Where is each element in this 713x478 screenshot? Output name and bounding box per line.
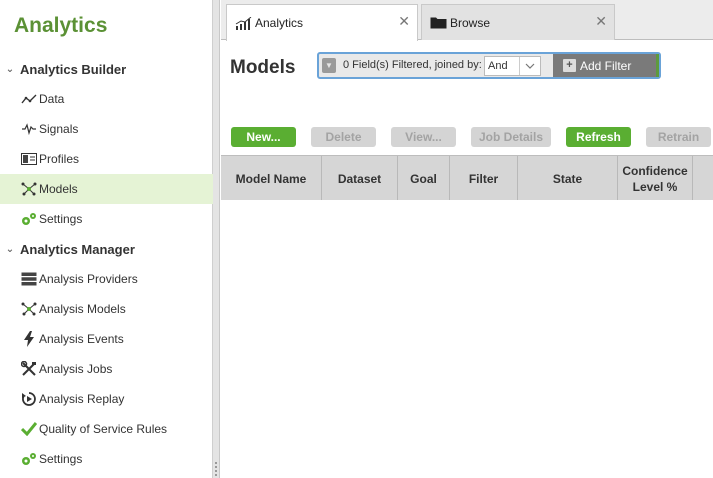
- join-operator-select[interactable]: And: [484, 56, 541, 76]
- main-panel: Models ▼ 0 Field(s) Filtered, joined by:…: [221, 41, 713, 478]
- sidebar-item-signals[interactable]: Signals: [0, 114, 213, 144]
- signal-wave-icon: [20, 121, 38, 137]
- add-filter-label: Add Filter: [580, 58, 632, 73]
- sidebar-item-manager-settings[interactable]: Settings: [0, 444, 213, 474]
- delete-button[interactable]: Delete: [311, 127, 376, 147]
- sidebar-item-label: Analysis Providers: [39, 272, 138, 286]
- chevron-down-icon: ⌄: [5, 63, 15, 75]
- column-header-goal[interactable]: Goal: [398, 156, 450, 201]
- plus-icon: +: [563, 59, 576, 72]
- add-filter-button[interactable]: + Add Filter: [553, 54, 656, 77]
- filter-summary: 0 Field(s) Filtered, joined by:: [343, 59, 482, 71]
- tab-label: Analytics: [255, 16, 304, 30]
- sidebar-item-label: Settings: [39, 212, 83, 226]
- column-header-dataset[interactable]: Dataset: [322, 156, 398, 201]
- column-header-filter[interactable]: Filter: [450, 156, 518, 201]
- sidebar-item-quality-of-service-rules[interactable]: Quality of Service Rules: [0, 414, 213, 444]
- new-button[interactable]: New...: [231, 127, 296, 147]
- network-icon: [20, 301, 38, 317]
- sidebar: Analytics ⌄ Analytics Builder Data Signa…: [0, 0, 213, 478]
- sidebar-item-settings[interactable]: Settings: [0, 204, 213, 234]
- close-icon[interactable]: ✕: [595, 13, 607, 30]
- sidebar-item-analysis-models[interactable]: Analysis Models: [0, 294, 213, 324]
- sidebar-item-analysis-events[interactable]: Analysis Events: [0, 324, 213, 354]
- sidebar-item-label: Analysis Jobs: [39, 362, 113, 376]
- profile-card-icon: [20, 151, 38, 167]
- replay-icon: [20, 391, 38, 407]
- page-title: Models: [230, 57, 296, 78]
- retrain-button[interactable]: Retrain: [646, 127, 711, 147]
- column-header-confidence-level[interactable]: Confidence Level %: [618, 156, 693, 201]
- analytics-bars-icon: [235, 16, 253, 30]
- sidebar-item-label: Signals: [39, 122, 79, 136]
- gears-icon: [20, 211, 38, 227]
- sidebar-item-label: Models: [39, 182, 78, 196]
- tab-label: Browse: [450, 15, 491, 30]
- group-label: Analytics Builder: [20, 61, 127, 77]
- filter-bar: ▼ 0 Field(s) Filtered, joined by: And + …: [317, 52, 661, 79]
- sidebar-item-label: Data: [39, 92, 65, 106]
- column-header-state[interactable]: State: [518, 156, 618, 201]
- app-title: Analytics: [14, 14, 108, 37]
- job-details-button[interactable]: Job Details: [471, 127, 551, 147]
- group-label: Analytics Manager: [20, 241, 135, 257]
- splitter-grip[interactable]: [215, 462, 217, 476]
- group-analytics-builder[interactable]: ⌄ Analytics Builder: [0, 55, 213, 83]
- sidebar-item-label: Analysis Models: [39, 302, 126, 316]
- chevron-down-icon[interactable]: [519, 57, 540, 75]
- folder-icon: [430, 16, 448, 29]
- tools-icon: [20, 361, 38, 377]
- tab-analytics[interactable]: Analytics ✕: [226, 4, 418, 41]
- view-button[interactable]: View...: [391, 127, 456, 147]
- sidebar-item-analysis-jobs[interactable]: Analysis Jobs: [0, 354, 213, 384]
- sidebar-item-profiles[interactable]: Profiles: [0, 144, 213, 174]
- server-icon: [20, 271, 38, 287]
- filter-toggle-icon[interactable]: ▼: [322, 58, 336, 73]
- add-filter-edge: [656, 54, 659, 77]
- join-operator-value: And: [488, 60, 508, 72]
- tab-browse[interactable]: Browse ✕: [421, 4, 615, 40]
- close-icon[interactable]: ✕: [398, 13, 410, 30]
- sidebar-splitter[interactable]: [213, 0, 220, 478]
- group-analytics-manager[interactable]: ⌄ Analytics Manager: [0, 235, 213, 263]
- sidebar-item-analysis-replay[interactable]: Analysis Replay: [0, 384, 213, 414]
- sidebar-item-label: Settings: [39, 452, 83, 466]
- sidebar-item-data[interactable]: Data: [0, 84, 213, 114]
- chevron-down-icon: ⌄: [5, 243, 15, 255]
- line-chart-icon: [20, 91, 38, 107]
- grid-body: [221, 200, 713, 478]
- sidebar-item-label: Quality of Service Rules: [39, 422, 168, 436]
- sidebar-item-label: Analysis Events: [39, 332, 124, 346]
- lightning-icon: [20, 331, 38, 347]
- tab-strip: Analytics ✕ Browse ✕: [221, 0, 713, 41]
- column-header-model-name[interactable]: Model Name: [221, 156, 322, 201]
- sidebar-item-analysis-providers[interactable]: Analysis Providers: [0, 264, 213, 294]
- sidebar-item-label: Analysis Replay: [39, 392, 125, 406]
- refresh-button[interactable]: Refresh: [566, 127, 631, 147]
- grid-header: Model Name Dataset Goal Filter State Con…: [221, 155, 713, 201]
- gears-icon: [20, 451, 38, 467]
- sidebar-item-models[interactable]: Models: [0, 174, 213, 204]
- checkmark-icon: [20, 421, 38, 437]
- sidebar-item-label: Profiles: [39, 152, 80, 166]
- network-icon: [20, 181, 38, 197]
